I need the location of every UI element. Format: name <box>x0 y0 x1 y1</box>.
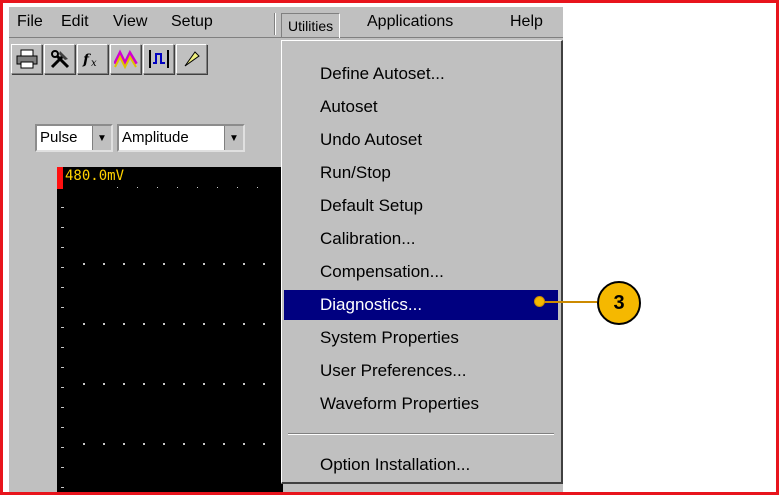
pulse-combo-value: Pulse <box>40 129 78 146</box>
cursor-button[interactable] <box>176 44 207 74</box>
menu-separator <box>274 13 276 35</box>
menu-item-default-setup[interactable]: Default Setup <box>284 191 558 221</box>
menu-item-user-preferences[interactable]: User Preferences... <box>284 356 558 386</box>
tools-icon <box>50 50 69 69</box>
figure-frame: File Edit View Setup Utilities Applicati… <box>0 0 779 495</box>
amplitude-combo-value: Amplitude <box>122 129 189 146</box>
menu-bar: File Edit View Setup Utilities Applicati… <box>9 7 563 38</box>
menu-applications[interactable]: Applications <box>361 11 459 33</box>
menu-item-system-properties[interactable]: System Properties <box>284 323 558 353</box>
measurement-icon <box>148 50 169 68</box>
menu-utilities[interactable]: Utilities <box>281 13 341 38</box>
svg-text:x: x <box>91 58 97 69</box>
tools-button[interactable] <box>44 44 75 74</box>
callout-leader-line <box>543 301 597 303</box>
menu-separator <box>288 433 554 435</box>
menu-item-option-installation[interactable]: Option Installation... <box>284 450 558 480</box>
menu-item-autoset[interactable]: Autoset <box>284 92 558 122</box>
printer-icon <box>16 49 37 69</box>
application-window: File Edit View Setup Utilities Applicati… <box>9 7 563 492</box>
menu-item-compensation[interactable]: Compensation... <box>284 257 558 287</box>
measurement-button[interactable] <box>143 44 174 74</box>
utilities-menu: Define Autoset... Autoset Undo Autoset R… <box>281 40 563 484</box>
menu-item-undo-autoset[interactable]: Undo Autoset <box>284 125 558 155</box>
menu-file[interactable]: File <box>11 11 49 33</box>
menu-edit[interactable]: Edit <box>55 11 95 33</box>
math-function-button[interactable]: f x <box>77 44 108 74</box>
print-button[interactable] <box>11 44 42 74</box>
graticule <box>61 187 265 488</box>
chevron-down-icon[interactable]: ▼ <box>224 126 243 150</box>
scope-display[interactable]: 480.0mV <box>57 167 283 492</box>
menu-help[interactable]: Help <box>504 11 549 33</box>
math-fx-icon: f x <box>82 52 97 69</box>
menu-item-run-stop[interactable]: Run/Stop <box>284 158 558 188</box>
chevron-down-icon[interactable]: ▼ <box>92 126 111 150</box>
menu-view[interactable]: View <box>107 11 153 33</box>
callout-number-badge: 3 <box>597 281 641 325</box>
callout-anchor-dot <box>534 296 545 307</box>
menu-item-calibration[interactable]: Calibration... <box>284 224 558 254</box>
menu-item-define-autoset[interactable]: Define Autoset... <box>284 59 558 89</box>
menu-setup[interactable]: Setup <box>165 11 219 33</box>
waveform-button[interactable] <box>110 44 141 74</box>
menu-item-diagnostics[interactable]: Diagnostics... <box>284 290 558 320</box>
amplitude-combo[interactable]: Amplitude ▼ <box>117 124 245 152</box>
menu-item-waveform-properties[interactable]: Waveform Properties <box>284 389 558 419</box>
pulse-combo[interactable]: Pulse ▼ <box>35 124 113 152</box>
cursor-icon <box>184 51 200 67</box>
waveform-color-icon <box>113 49 138 70</box>
